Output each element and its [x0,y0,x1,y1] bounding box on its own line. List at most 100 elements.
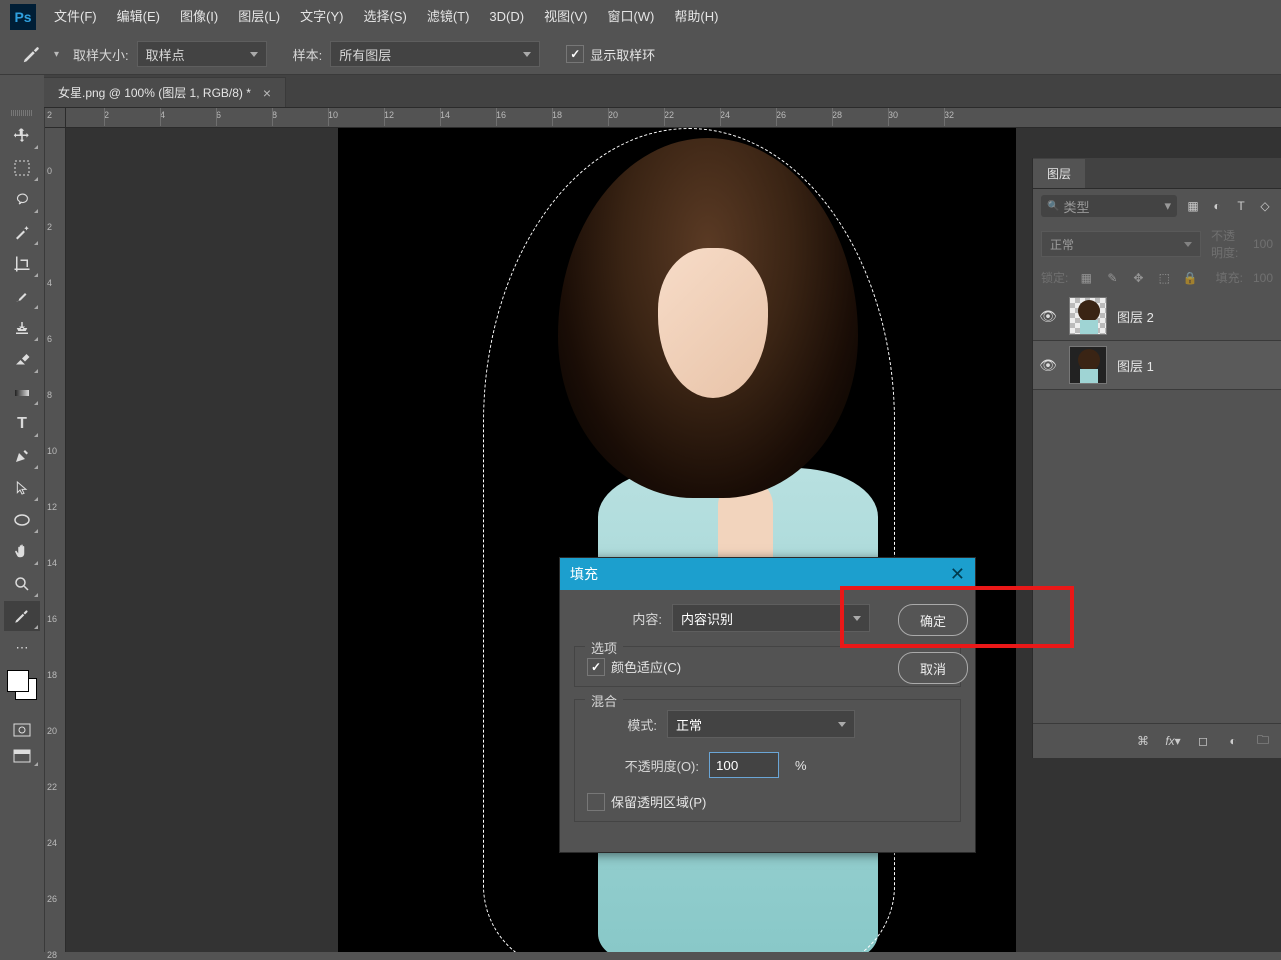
close-icon[interactable]: × [263,85,271,101]
horizontal-ruler[interactable]: 02468101214161820222426283032 [66,108,1281,128]
opacity-label: 不透明度: [1211,227,1243,261]
content-select[interactable]: 内容识别 [672,604,870,632]
menu-3d[interactable]: 3D(D) [479,0,534,34]
optionsbar: ▾ 取样大小: 取样点 样本: 所有图层 显示取样环 [0,34,1281,75]
color-adapt-checkbox[interactable] [587,658,605,676]
layer-name[interactable]: 图层 2 [1117,307,1154,326]
ps-logo-icon: Ps [10,4,36,30]
layer-row[interactable]: 👁 图层 1 [1033,341,1281,390]
filter-image-icon[interactable]: ▦ [1185,198,1201,214]
lock-brush-icon[interactable]: ✎ [1104,270,1120,286]
lock-pixels-icon[interactable]: ▦ [1078,270,1094,286]
layer-list: 👁 图层 2 👁 图层 1 [1033,292,1281,390]
eraser-tool[interactable] [4,345,40,375]
document-tab[interactable]: 女星.png @ 100% (图层 1, RGB/8) * × [44,77,286,107]
move-tool[interactable] [4,121,40,151]
tool-preset-icon[interactable] [18,40,46,68]
menu-select[interactable]: 选择(S) [353,0,416,34]
layers-panel: 图层 类型▾ ▦ ◐ T ◇ 正常 不透明度: 100 锁定: ▦ ✎ ✥ ⬚ … [1032,158,1281,758]
sample-label: 样本: [293,45,323,64]
adjustment-icon[interactable]: ◐ [1225,733,1241,749]
magic-wand-tool[interactable] [4,217,40,247]
blend-fieldset: 混合 模式: 正常 不透明度(O): % 保留透明区域(P) [574,699,961,822]
filter-adjust-icon[interactable]: ◐ [1209,198,1225,214]
layer-thumbnail[interactable] [1069,297,1107,335]
percent-label: % [795,758,807,773]
vertical-ruler[interactable]: 20246810121416182022242628 [45,128,66,952]
zoom-tool[interactable] [4,569,40,599]
dialog-titlebar[interactable]: 填充 ✕ [560,558,975,590]
crop-tool[interactable] [4,249,40,279]
folder-icon[interactable]: 🗀 [1255,733,1271,749]
menu-layer[interactable]: 图层(L) [228,0,290,34]
toolbar-grip[interactable] [11,110,33,116]
shape-tool[interactable] [4,505,40,535]
brush-tool[interactable] [4,281,40,311]
layers-tab[interactable]: 图层 [1033,158,1281,189]
fill-value[interactable]: 100 [1253,271,1273,285]
opacity-input[interactable] [709,752,779,778]
preserve-alpha-label: 保留透明区域(P) [611,792,706,811]
visibility-icon[interactable]: 👁 [1037,308,1059,325]
blend-mode-select[interactable]: 正常 [1041,231,1201,257]
type-tool[interactable]: T [4,409,40,439]
visibility-icon[interactable]: 👁 [1037,357,1059,374]
color-swatch[interactable] [7,670,37,700]
ok-button[interactable]: 确定 [898,604,968,636]
fill-label: 填充: [1216,269,1243,286]
show-ring-label: 显示取样环 [590,45,655,64]
filter-shape-icon[interactable]: ◇ [1257,198,1273,214]
cancel-button[interactable]: 取消 [898,652,968,684]
fx-icon[interactable]: fx▾ [1165,733,1181,749]
layer-row[interactable]: 👁 图层 2 [1033,292,1281,341]
link-layers-icon[interactable]: ⌘ [1135,733,1151,749]
layers-panel-footer: ⌘ fx▾ ◻ ◐ 🗀 [1033,723,1281,758]
mask-icon[interactable]: ◻ [1195,733,1211,749]
menu-window[interactable]: 窗口(W) [597,0,664,34]
tabbar: 女星.png @ 100% (图层 1, RGB/8) * × [44,75,1281,108]
menu-filter[interactable]: 滤镜(T) [417,0,480,34]
content-label: 内容: [574,609,662,628]
clone-stamp-tool[interactable] [4,313,40,343]
sample-size-label: 取样大小: [73,45,129,64]
mode-label: 模式: [587,715,657,734]
marquee-tool[interactable] [4,153,40,183]
mode-select[interactable]: 正常 [667,710,855,738]
show-ring-checkbox[interactable] [566,45,584,63]
lasso-tool[interactable] [4,185,40,215]
menu-help[interactable]: 帮助(H) [664,0,728,34]
lock-all-icon[interactable]: 🔒 [1182,270,1198,286]
document-tab-title: 女星.png @ 100% (图层 1, RGB/8) * [58,84,251,101]
pen-tool[interactable] [4,441,40,471]
toolbar: T ⋯ [0,108,45,952]
lock-artboard-icon[interactable]: ⬚ [1156,270,1172,286]
layer-filter-search[interactable]: 类型▾ [1041,195,1177,217]
color-adapt-label: 颜色适应(C) [611,657,681,676]
filter-type-icon[interactable]: T [1233,198,1249,214]
edit-toolbar-icon[interactable]: ⋯ [4,633,40,663]
close-icon[interactable]: ✕ [950,564,965,585]
gradient-tool[interactable] [4,377,40,407]
hand-tool[interactable] [4,537,40,567]
layer-name[interactable]: 图层 1 [1117,356,1154,375]
eyedropper-tool[interactable] [4,601,40,631]
dialog-title: 填充 [570,564,598,584]
lock-position-icon[interactable]: ✥ [1130,270,1146,286]
path-selection-tool[interactable] [4,473,40,503]
menu-view[interactable]: 视图(V) [534,0,597,34]
opacity-value[interactable]: 100 [1253,237,1273,251]
opacity-label: 不透明度(O): [587,756,699,775]
sample-size-select[interactable]: 取样点 [137,41,267,67]
chevron-down-icon[interactable]: ▾ [54,49,59,60]
menu-file[interactable]: 文件(F) [44,0,107,34]
menubar: Ps 文件(F) 编辑(E) 图像(I) 图层(L) 文字(Y) 选择(S) 滤… [0,0,1281,34]
screen-mode-icon[interactable] [4,744,40,768]
sample-select[interactable]: 所有图层 [330,41,540,67]
fill-dialog: 填充 ✕ 内容: 内容识别 选项 颜色适应(C) 混合 模式: 正常 不透明度(… [559,557,976,853]
menu-image[interactable]: 图像(I) [170,0,228,34]
menu-type[interactable]: 文字(Y) [290,0,353,34]
layer-thumbnail[interactable] [1069,346,1107,384]
menu-edit[interactable]: 编辑(E) [107,0,170,34]
preserve-alpha-checkbox[interactable] [587,793,605,811]
quick-mask-icon[interactable] [4,718,40,742]
